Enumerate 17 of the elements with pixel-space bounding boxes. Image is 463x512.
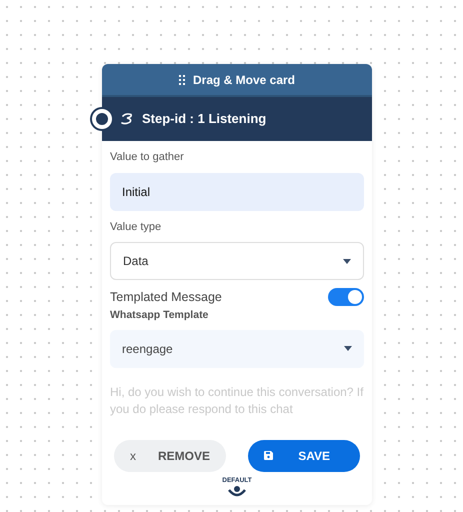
field-label: Whatsapp Template [110,308,210,323]
field-label: Value to gather [110,150,185,165]
input-port-handle[interactable] [92,109,112,129]
select-field[interactable]: reengage [110,330,364,368]
toggle-switch[interactable] [328,288,364,306]
output-port-icon[interactable] [228,485,246,498]
remove-button[interactable]: x REMOVE [114,440,226,472]
caret-icon [344,346,352,351]
caret-icon [343,258,351,264]
step-title: Step-id : 1 Listening [142,110,266,128]
drag-handle-bar[interactable]: Drag & Move card [102,64,372,97]
grip-icon [178,74,185,84]
input-field[interactable]: Initial [110,172,364,210]
field-label: Value type [110,220,162,234]
select-field[interactable]: Data [110,242,364,280]
save-button[interactable]: SAVE [248,440,360,472]
toggle-label: Templated Message [110,289,222,306]
